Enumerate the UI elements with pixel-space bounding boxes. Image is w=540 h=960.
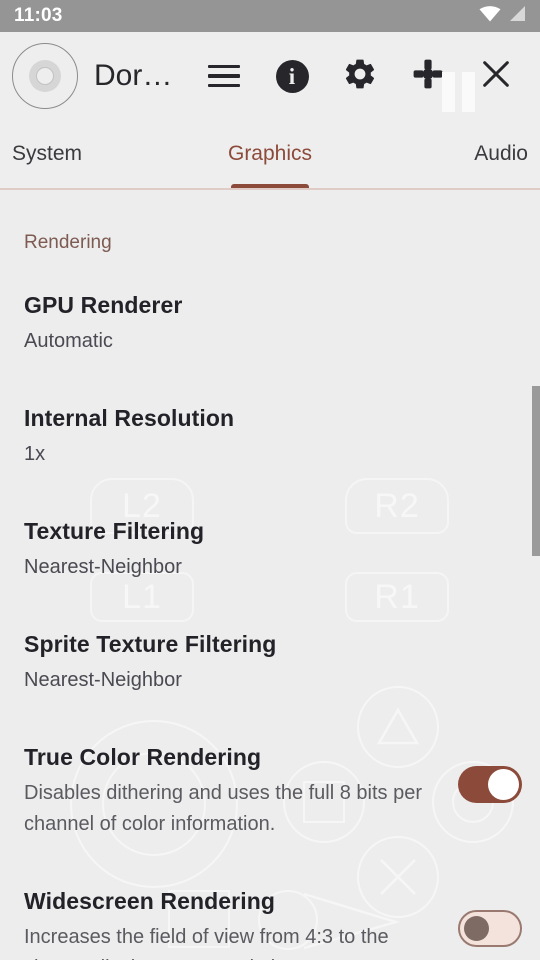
setting-row-true-color-rendering[interactable]: True Color Rendering Disables dithering …	[0, 744, 540, 840]
scrollbar-track[interactable]	[532, 190, 540, 960]
tab-bar: System Graphics Audio	[0, 120, 540, 190]
setting-value: Automatic	[24, 330, 113, 352]
settings-list: Rendering GPU Renderer Automatic Interna…	[0, 190, 540, 960]
app-bar-actions: i	[190, 42, 530, 110]
setting-value: Nearest-Neighbor	[24, 669, 182, 691]
status-bar: 11:03	[0, 0, 540, 32]
setting-value: 1x	[24, 443, 46, 465]
close-x-icon	[479, 57, 513, 96]
setting-title: Internal Resolution	[24, 405, 235, 431]
setting-description: Disables dithering and uses the full 8 b…	[24, 782, 423, 835]
gamepad-dpad-icon	[410, 56, 446, 97]
setting-title: True Color Rendering	[24, 744, 262, 770]
info-button[interactable]: i	[258, 42, 326, 110]
setting-title: Sprite Texture Filtering	[24, 631, 277, 657]
toggle-knob	[464, 916, 489, 941]
info-icon: i	[275, 59, 309, 93]
tab-audio[interactable]: Audio	[356, 120, 540, 190]
hamburger-menu-icon	[208, 65, 240, 87]
tab-graphics[interactable]: Graphics	[184, 120, 356, 190]
gear-icon	[342, 56, 378, 97]
tab-system-label: System	[12, 142, 83, 165]
setting-title: GPU Renderer	[24, 292, 183, 318]
menu-button[interactable]	[190, 42, 258, 110]
tab-system[interactable]: System	[0, 120, 184, 190]
info-glyph: i	[288, 63, 296, 89]
app-bar: Dor… i	[0, 32, 540, 120]
tab-audio-label: Audio	[474, 142, 528, 165]
setting-row-widescreen-rendering[interactable]: Widescreen Rendering Increases the field…	[0, 888, 540, 960]
toggle-widescreen-rendering[interactable]	[458, 910, 522, 947]
setting-row-texture-filtering[interactable]: Texture Filtering Nearest-Neighbor	[0, 518, 540, 583]
settings-button[interactable]	[326, 42, 394, 110]
settings-scroll-area[interactable]: L2 R2 L1 R1 Rendering GPU Renderer Autom…	[0, 190, 540, 960]
disc-icon[interactable]	[10, 41, 80, 111]
close-button[interactable]	[462, 42, 530, 110]
toggle-true-color-rendering[interactable]	[458, 766, 522, 803]
setting-title: Widescreen Rendering	[24, 888, 276, 914]
status-bar-icons	[479, 5, 526, 27]
cell-signal-icon	[508, 5, 526, 27]
setting-description: Increases the field of view from 4:3 to …	[24, 926, 389, 960]
toggle-knob	[488, 769, 519, 800]
status-clock: 11:03	[14, 5, 63, 26]
section-header-rendering: Rendering	[24, 232, 112, 253]
setting-value: Nearest-Neighbor	[24, 556, 182, 578]
tab-graphics-label: Graphics	[227, 142, 313, 165]
app-root: 11:03 Dor… i System Graphics Audio L2 R2…	[0, 0, 540, 960]
wifi-icon	[479, 5, 501, 27]
setting-row-internal-resolution[interactable]: Internal Resolution 1x	[0, 405, 540, 470]
scrollbar-thumb[interactable]	[532, 386, 540, 556]
controller-button[interactable]	[394, 42, 462, 110]
setting-row-gpu-renderer[interactable]: GPU Renderer Automatic	[0, 292, 540, 357]
page-title: Dor…	[94, 59, 173, 92]
setting-title: Texture Filtering	[24, 518, 205, 544]
setting-row-sprite-texture-filtering[interactable]: Sprite Texture Filtering Nearest-Neighbo…	[0, 631, 540, 696]
